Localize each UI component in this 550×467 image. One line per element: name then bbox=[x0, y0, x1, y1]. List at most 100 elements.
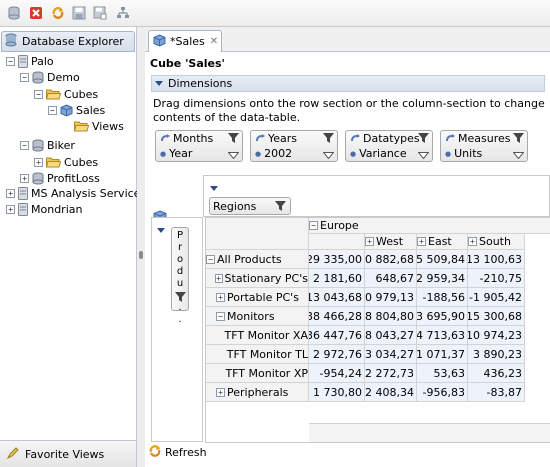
tree-item[interactable]: − Demo bbox=[20, 69, 80, 85]
data-cell[interactable]: 2 972,76 bbox=[309, 345, 365, 364]
dimension-datatypes[interactable]: Datatypes ● Variance bbox=[345, 130, 433, 162]
row-header[interactable]: − All Products bbox=[206, 250, 309, 269]
expand-icon[interactable]: + bbox=[6, 204, 15, 214]
filter-icon[interactable] bbox=[275, 201, 286, 214]
tree-item[interactable]: + Mondrian bbox=[6, 201, 82, 217]
expand-icon[interactable]: + bbox=[216, 387, 225, 397]
chevron-down-icon[interactable] bbox=[322, 149, 335, 162]
row-header[interactable]: + Portable PC's bbox=[206, 288, 309, 307]
row-header[interactable]: TFT Monitor TL bbox=[206, 345, 309, 364]
data-cell[interactable]: 38 466,28 bbox=[309, 307, 365, 326]
tree-item[interactable]: − Palo bbox=[6, 53, 54, 69]
dimension-years[interactable]: Years ● 2002 bbox=[250, 130, 338, 162]
refresh-button[interactable]: Refresh bbox=[148, 444, 207, 461]
tree-item[interactable]: Views bbox=[62, 118, 124, 134]
data-cell[interactable]: 3 695,90 bbox=[417, 307, 468, 326]
filter-icon[interactable] bbox=[418, 133, 429, 146]
filter-icon[interactable] bbox=[513, 133, 524, 146]
tree-item[interactable]: + Cubes bbox=[34, 154, 98, 170]
data-cell[interactable]: 1 730,80 bbox=[309, 383, 365, 402]
save-as-icon[interactable] bbox=[92, 5, 108, 21]
expand-icon[interactable]: + bbox=[214, 273, 223, 283]
collapse-icon[interactable]: − bbox=[34, 89, 43, 99]
data-cell[interactable]: -1 905,42 bbox=[468, 288, 525, 307]
tree-item[interactable]: + ProfitLoss bbox=[20, 170, 100, 186]
close-icon[interactable]: ✕ bbox=[210, 36, 218, 47]
expand-icon[interactable]: + bbox=[417, 237, 426, 246]
data-cell[interactable]: 18 043,27 bbox=[365, 326, 417, 345]
data-cell[interactable]: -1 071,37 bbox=[417, 345, 468, 364]
tree-item[interactable]: − Sales bbox=[48, 102, 105, 118]
chevron-down-icon[interactable] bbox=[512, 149, 525, 162]
data-cell[interactable]: 29 335,00 bbox=[309, 250, 365, 269]
data-cell[interactable]: 2 408,34 bbox=[365, 383, 417, 402]
database-icon[interactable] bbox=[6, 5, 22, 21]
tree-item[interactable]: + MS Analysis Services bbox=[6, 185, 146, 201]
data-cell[interactable]: 2 959,34 bbox=[417, 269, 468, 288]
collapse-icon[interactable]: − bbox=[48, 105, 57, 115]
data-cell[interactable]: 13 100,63 bbox=[468, 250, 525, 269]
panel-splitter[interactable] bbox=[137, 27, 145, 467]
data-cell[interactable]: 648,67 bbox=[365, 269, 417, 288]
tree-icon[interactable] bbox=[115, 5, 131, 21]
chevron-down-icon[interactable] bbox=[157, 224, 165, 237]
data-cell[interactable]: -2 272,73 bbox=[365, 364, 417, 383]
filter-icon[interactable] bbox=[323, 133, 334, 146]
expand-icon[interactable]: + bbox=[468, 237, 477, 246]
collapse-icon[interactable]: − bbox=[6, 56, 15, 66]
dimensions-section-header[interactable]: Dimensions bbox=[151, 75, 545, 92]
tree-item[interactable]: − Biker bbox=[20, 137, 75, 153]
regions-dimension[interactable]: Regions bbox=[209, 197, 291, 215]
data-cell[interactable]: 2 181,60 bbox=[309, 269, 365, 288]
collapse-icon[interactable]: − bbox=[206, 254, 215, 264]
favorite-views-tab[interactable]: Favorite Views bbox=[0, 440, 136, 467]
data-cell[interactable]: 3 890,23 bbox=[468, 345, 525, 364]
data-cell[interactable]: 36 447,76 bbox=[309, 326, 365, 345]
data-cell[interactable]: -956,83 bbox=[417, 383, 468, 402]
data-cell[interactable]: -188,56 bbox=[417, 288, 468, 307]
tab-sales[interactable]: *Sales ✕ bbox=[148, 30, 222, 52]
products-dimension[interactable]: Produ... bbox=[171, 227, 189, 325]
column-header-west[interactable]: + West bbox=[365, 234, 417, 250]
data-cell[interactable]: 10 974,23 bbox=[468, 326, 525, 345]
collapse-icon[interactable]: − bbox=[20, 140, 29, 150]
collapse-icon[interactable]: − bbox=[309, 221, 318, 230]
row-header[interactable]: − Monitors bbox=[206, 307, 309, 326]
save-icon[interactable] bbox=[71, 5, 87, 21]
filter-icon[interactable] bbox=[228, 133, 239, 146]
tree-item[interactable]: − Cubes bbox=[34, 86, 98, 102]
expand-icon[interactable]: + bbox=[34, 157, 43, 167]
chevron-down-icon[interactable] bbox=[227, 149, 240, 162]
column-header-east[interactable]: + East bbox=[417, 234, 468, 250]
expand-icon[interactable]: + bbox=[216, 292, 225, 302]
data-cell[interactable]: 4 713,63 bbox=[417, 326, 468, 345]
refresh-icon[interactable] bbox=[50, 5, 66, 21]
data-cell[interactable]: 18 804,80 bbox=[365, 307, 417, 326]
collapse-icon[interactable]: − bbox=[216, 311, 225, 321]
column-header-europe[interactable]: − Europe bbox=[309, 218, 550, 234]
chevron-down-icon[interactable] bbox=[210, 182, 218, 195]
data-cell[interactable]: 15 300,68 bbox=[468, 307, 525, 326]
column-dimension-area[interactable]: Regions bbox=[203, 175, 550, 217]
splitter-handle[interactable] bbox=[139, 251, 143, 259]
database-explorer-tab[interactable]: Database Explorer bbox=[1, 31, 135, 52]
data-cell[interactable]: -954,24 bbox=[309, 364, 365, 383]
dimension-months[interactable]: Months ● Year bbox=[155, 130, 243, 162]
data-cell[interactable]: -13 043,68 bbox=[309, 288, 365, 307]
row-header[interactable]: TFT Monitor XA bbox=[206, 326, 309, 345]
data-cell[interactable]: 53,63 bbox=[417, 364, 468, 383]
chevron-down-icon[interactable] bbox=[155, 77, 163, 90]
collapse-icon[interactable]: − bbox=[20, 72, 29, 82]
delete-icon[interactable] bbox=[28, 5, 44, 21]
row-dimension-area[interactable]: Produ... bbox=[151, 217, 203, 442]
data-cell[interactable]: -10 979,13 bbox=[365, 288, 417, 307]
row-header[interactable]: TFT Monitor XP bbox=[206, 364, 309, 383]
data-cell[interactable]: -83,87 bbox=[468, 383, 525, 402]
column-header-south[interactable]: + South bbox=[468, 234, 525, 250]
expand-icon[interactable]: + bbox=[6, 188, 15, 198]
expand-icon[interactable]: + bbox=[20, 173, 29, 183]
data-cell[interactable]: 10 882,68 bbox=[365, 250, 417, 269]
data-cell[interactable]: 5 509,84 bbox=[417, 250, 468, 269]
filter-icon[interactable] bbox=[175, 292, 186, 306]
data-cell[interactable]: 3 034,27 bbox=[365, 345, 417, 364]
